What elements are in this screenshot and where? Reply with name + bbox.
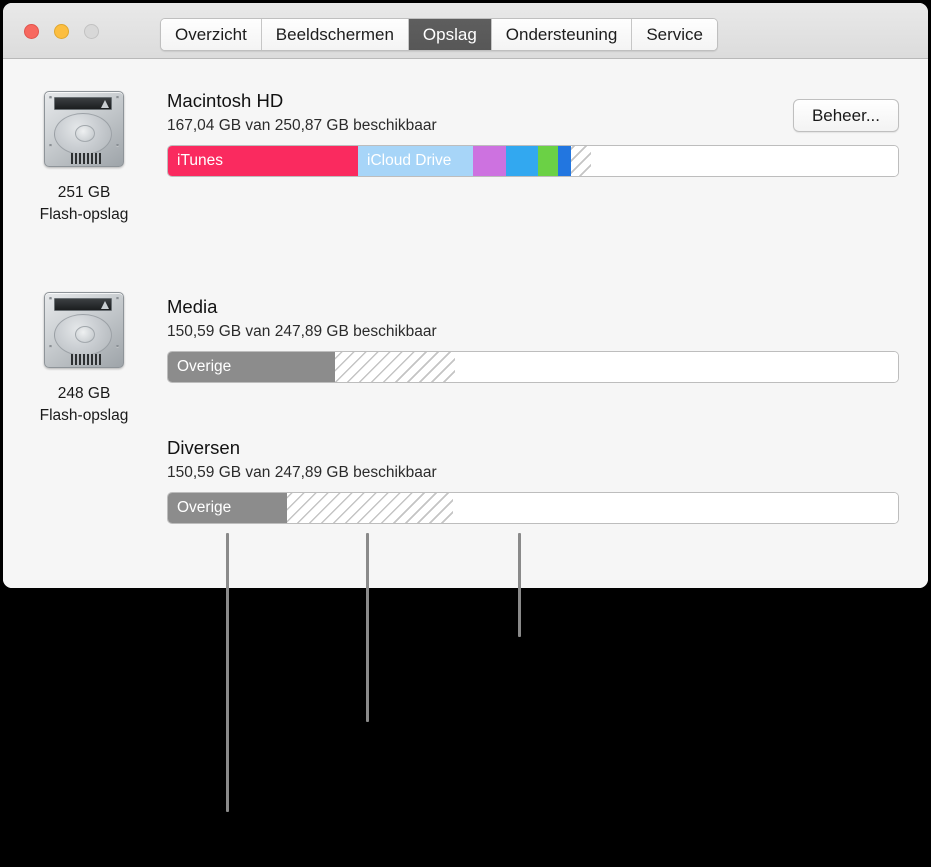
system-information-window: Overzicht Beeldschermen Opslag Ondersteu… (3, 3, 928, 588)
capacity-segment[interactable] (538, 145, 558, 176)
tab-bar: Overzicht Beeldschermen Opslag Ondersteu… (160, 18, 719, 51)
volume-diversen: Diversen 150,59 GB van 247,89 GB beschik… (167, 436, 899, 524)
hard-disk-icon (38, 87, 130, 177)
drive-1: 251 GB Flash-opslag (9, 87, 159, 226)
tab-overzicht[interactable]: Overzicht (161, 19, 262, 50)
capacity-segment-label: iTunes (177, 151, 223, 169)
volume-name: Macintosh HD (167, 90, 284, 111)
callout-line-purgeable (366, 533, 369, 722)
capacity-segment-label: iCloud Drive (367, 151, 452, 169)
capacity-segment[interactable]: iTunes (168, 145, 358, 176)
volume-availability: 150,59 GB van 247,89 GB beschikbaar (167, 323, 437, 341)
drive-1-capacity: 251 GB (57, 184, 111, 201)
capacity-segment[interactable] (473, 145, 506, 176)
callout-line-free (518, 533, 521, 637)
drive-2-capacity: 248 GB (57, 385, 111, 402)
drive-2-type: Flash-opslag (39, 407, 129, 424)
capacity-bar[interactable]: Overige (167, 350, 899, 383)
zoom-window-button[interactable] (84, 24, 99, 39)
capacity-segment[interactable] (453, 492, 898, 523)
volume-name: Diversen (167, 437, 240, 458)
capacity-segment[interactable]: iCloud Drive (358, 145, 473, 176)
close-window-button[interactable] (24, 24, 39, 39)
capacity-segment[interactable] (571, 145, 591, 176)
volume-macintosh-hd: Macintosh HD 167,04 GB van 250,87 GB bes… (167, 89, 899, 177)
storage-pane: 251 GB Flash-opslag 248 GB Flash-opslag (3, 59, 928, 588)
capacity-segment-label: Overige (177, 498, 232, 516)
tab-ondersteuning[interactable]: Ondersteuning (491, 19, 633, 50)
manage-button[interactable]: Beheer... (792, 99, 899, 132)
capacity-segment[interactable] (506, 145, 538, 176)
tab-service[interactable]: Service (632, 19, 718, 50)
capacity-segment[interactable]: Overige (168, 492, 287, 523)
tab-opslag[interactable]: Opslag (408, 19, 492, 50)
capacity-segment-label: Overige (177, 357, 232, 375)
volume-media: Media 150,59 GB van 247,89 GB beschikbaa… (167, 295, 899, 383)
tab-beeldschermen[interactable]: Beeldschermen (261, 19, 409, 50)
window-titlebar: Overzicht Beeldschermen Opslag Ondersteu… (3, 3, 928, 59)
capacity-bar[interactable]: Overige (167, 491, 899, 524)
volume-availability: 150,59 GB van 247,89 GB beschikbaar (167, 464, 437, 482)
hard-disk-icon (38, 288, 130, 378)
volume-availability: 167,04 GB van 250,87 GB beschikbaar (167, 117, 437, 135)
capacity-segment[interactable]: Overige (168, 351, 335, 382)
capacity-segment[interactable] (335, 351, 455, 382)
capacity-bar[interactable]: iTunes iCloud Drive (167, 144, 899, 177)
capacity-segment[interactable] (591, 145, 898, 176)
drive-2: 248 GB Flash-opslag (9, 288, 159, 427)
minimize-window-button[interactable] (54, 24, 69, 39)
capacity-segment[interactable] (455, 351, 898, 382)
capacity-segment[interactable] (558, 145, 571, 176)
drive-1-type: Flash-opslag (39, 206, 129, 223)
volume-name: Media (167, 296, 218, 317)
capacity-segment[interactable] (287, 492, 453, 523)
callout-line-used (226, 533, 229, 812)
